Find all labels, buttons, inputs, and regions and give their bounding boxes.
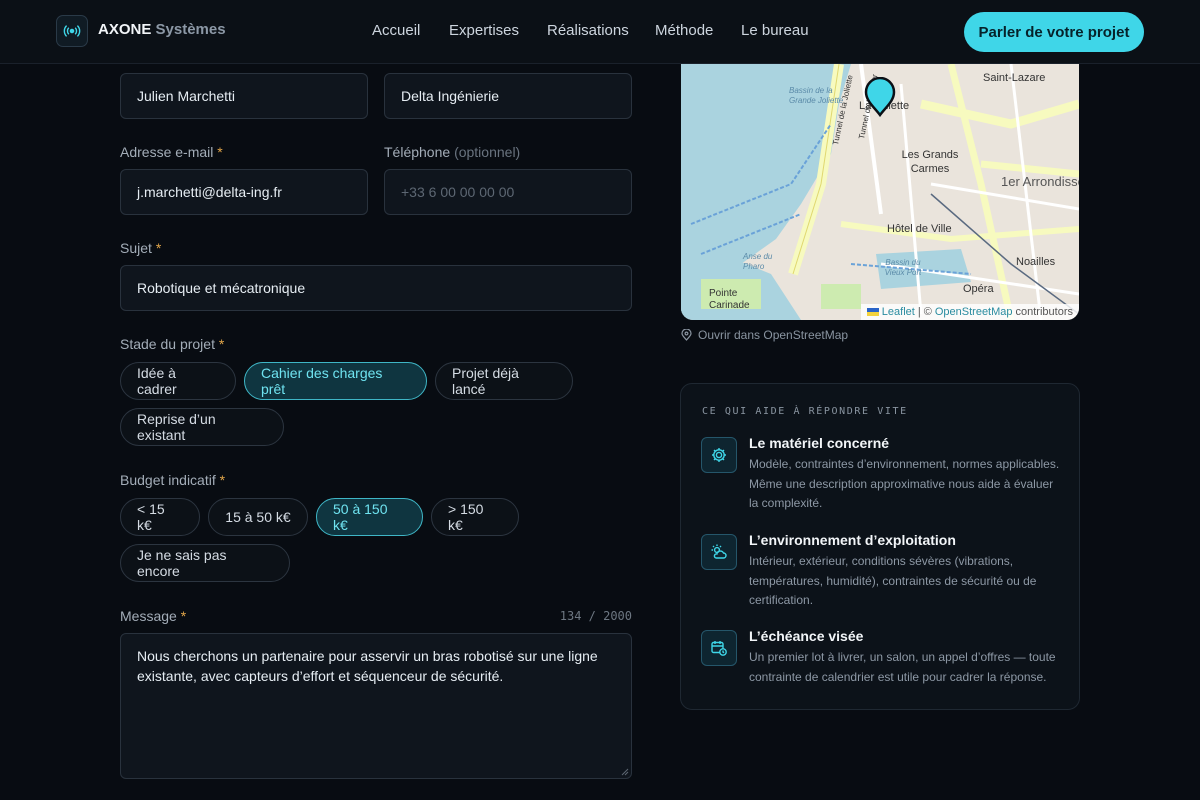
map-label-opera: Opéra	[963, 283, 994, 295]
budget-chip-under-15k[interactable]: < 15 k€	[120, 498, 200, 536]
subject-select[interactable]: Robotique et mécatronique	[120, 265, 632, 311]
message-textarea[interactable]: Nous cherchons un partenaire pour asserv…	[120, 633, 632, 779]
budget-chip-over-150k[interactable]: > 150 k€	[431, 498, 519, 536]
leaflet-link[interactable]: Leaflet	[882, 306, 915, 318]
tip-title-material: Le matériel concerné	[749, 435, 890, 451]
tip-title-deadline: L’échéance visée	[749, 628, 864, 644]
map-label-pointe-carinade: Pointe Carinade	[709, 288, 750, 311]
weather-icon	[701, 534, 737, 570]
phone-field[interactable]: +33 6 00 00 00 00	[384, 169, 632, 215]
map-label-1er-arr: 1er Arrondissement	[1001, 174, 1079, 189]
map-label-vieux-port: Bassin du Vieux Port	[884, 258, 922, 277]
nav-accueil[interactable]: Accueil	[372, 22, 420, 39]
calendar-clock-icon	[701, 630, 737, 666]
location-map[interactable]: Saint-Lazare La Joliette Bassin de la Gr…	[681, 64, 1079, 320]
brand-name[interactable]: AXONE Systèmes	[98, 21, 226, 38]
map-label-grands-carmes: Les Grands Carmes	[901, 149, 959, 175]
tip-title-environment: L’environnement d’exploitation	[749, 532, 956, 548]
message-text: Nous cherchons un partenaire pour asserv…	[137, 648, 598, 684]
tip-desc-environment: Intérieur, extérieur, conditions sévères…	[749, 554, 1037, 607]
site-header: AXONE Systèmes Accueil Expertises Réalis…	[0, 0, 1200, 64]
help-card: CE QUI AIDE À RÉPONDRE VITE Le matériel …	[680, 383, 1080, 710]
name-field[interactable]: Julien Marchetti	[120, 73, 368, 119]
location-pin-icon	[681, 329, 692, 341]
map-label-noailles: Noailles	[1016, 256, 1056, 268]
stage-chip-takeover[interactable]: Reprise d’un existant	[120, 408, 284, 446]
budget-chip-50-150k[interactable]: 50 à 150 k€	[316, 498, 423, 536]
map-label-hotel-de-ville: Hôtel de Ville	[887, 223, 952, 235]
osm-attribution-link[interactable]: OpenStreetMap	[935, 306, 1013, 318]
logo-icon[interactable]	[56, 15, 88, 47]
map-pin-icon[interactable]	[864, 77, 896, 117]
stage-label: Stade du projet *	[120, 336, 225, 352]
stage-chip-launched[interactable]: Projet déjà lancé	[435, 362, 573, 400]
budget-chip-unknown[interactable]: Je ne sais pas encore	[120, 544, 290, 582]
budget-label: Budget indicatif *	[120, 472, 226, 488]
budget-chip-15-50k[interactable]: 15 à 50 k€	[208, 498, 308, 536]
phone-label: Téléphone (optionnel)	[384, 144, 521, 160]
message-label: Message *	[120, 608, 187, 624]
nav-realisations[interactable]: Réalisations	[547, 22, 629, 39]
resize-handle-icon[interactable]	[621, 768, 629, 776]
nav-methode[interactable]: Méthode	[655, 22, 713, 39]
nav-le-bureau[interactable]: Le bureau	[741, 22, 809, 39]
talk-project-button[interactable]: Parler de votre projet	[964, 12, 1144, 52]
map-label-saint-lazare: Saint-Lazare	[983, 72, 1046, 84]
help-card-title: CE QUI AIDE À RÉPONDRE VITE	[702, 406, 908, 417]
email-field[interactable]: j.marchetti@delta-ing.fr	[120, 169, 368, 215]
ukraine-flag-icon	[866, 308, 879, 316]
tip-desc-material: Modèle, contraintes d’environnement, nor…	[749, 457, 1060, 510]
tip-desc-deadline: Un premier lot à livrer, un salon, un ap…	[749, 650, 1056, 684]
gear-icon	[701, 437, 737, 473]
open-osm-link[interactable]: Ouvrir dans OpenStreetMap	[681, 328, 848, 342]
nav-expertises[interactable]: Expertises	[449, 22, 519, 39]
stage-chip-idea[interactable]: Idée à cadrer	[120, 362, 236, 400]
map-attribution: Leaflet | © OpenStreetMap contributors	[860, 304, 1079, 320]
subject-label: Sujet *	[120, 240, 162, 256]
stage-chip-specs-ready[interactable]: Cahier des charges prêt	[244, 362, 427, 400]
map-label-anse-pharo: Anse du Pharo	[743, 252, 773, 271]
email-label: Adresse e-mail *	[120, 144, 223, 160]
company-field[interactable]: Delta Ingénierie	[384, 73, 632, 119]
message-counter: 134 / 2000	[559, 609, 632, 623]
